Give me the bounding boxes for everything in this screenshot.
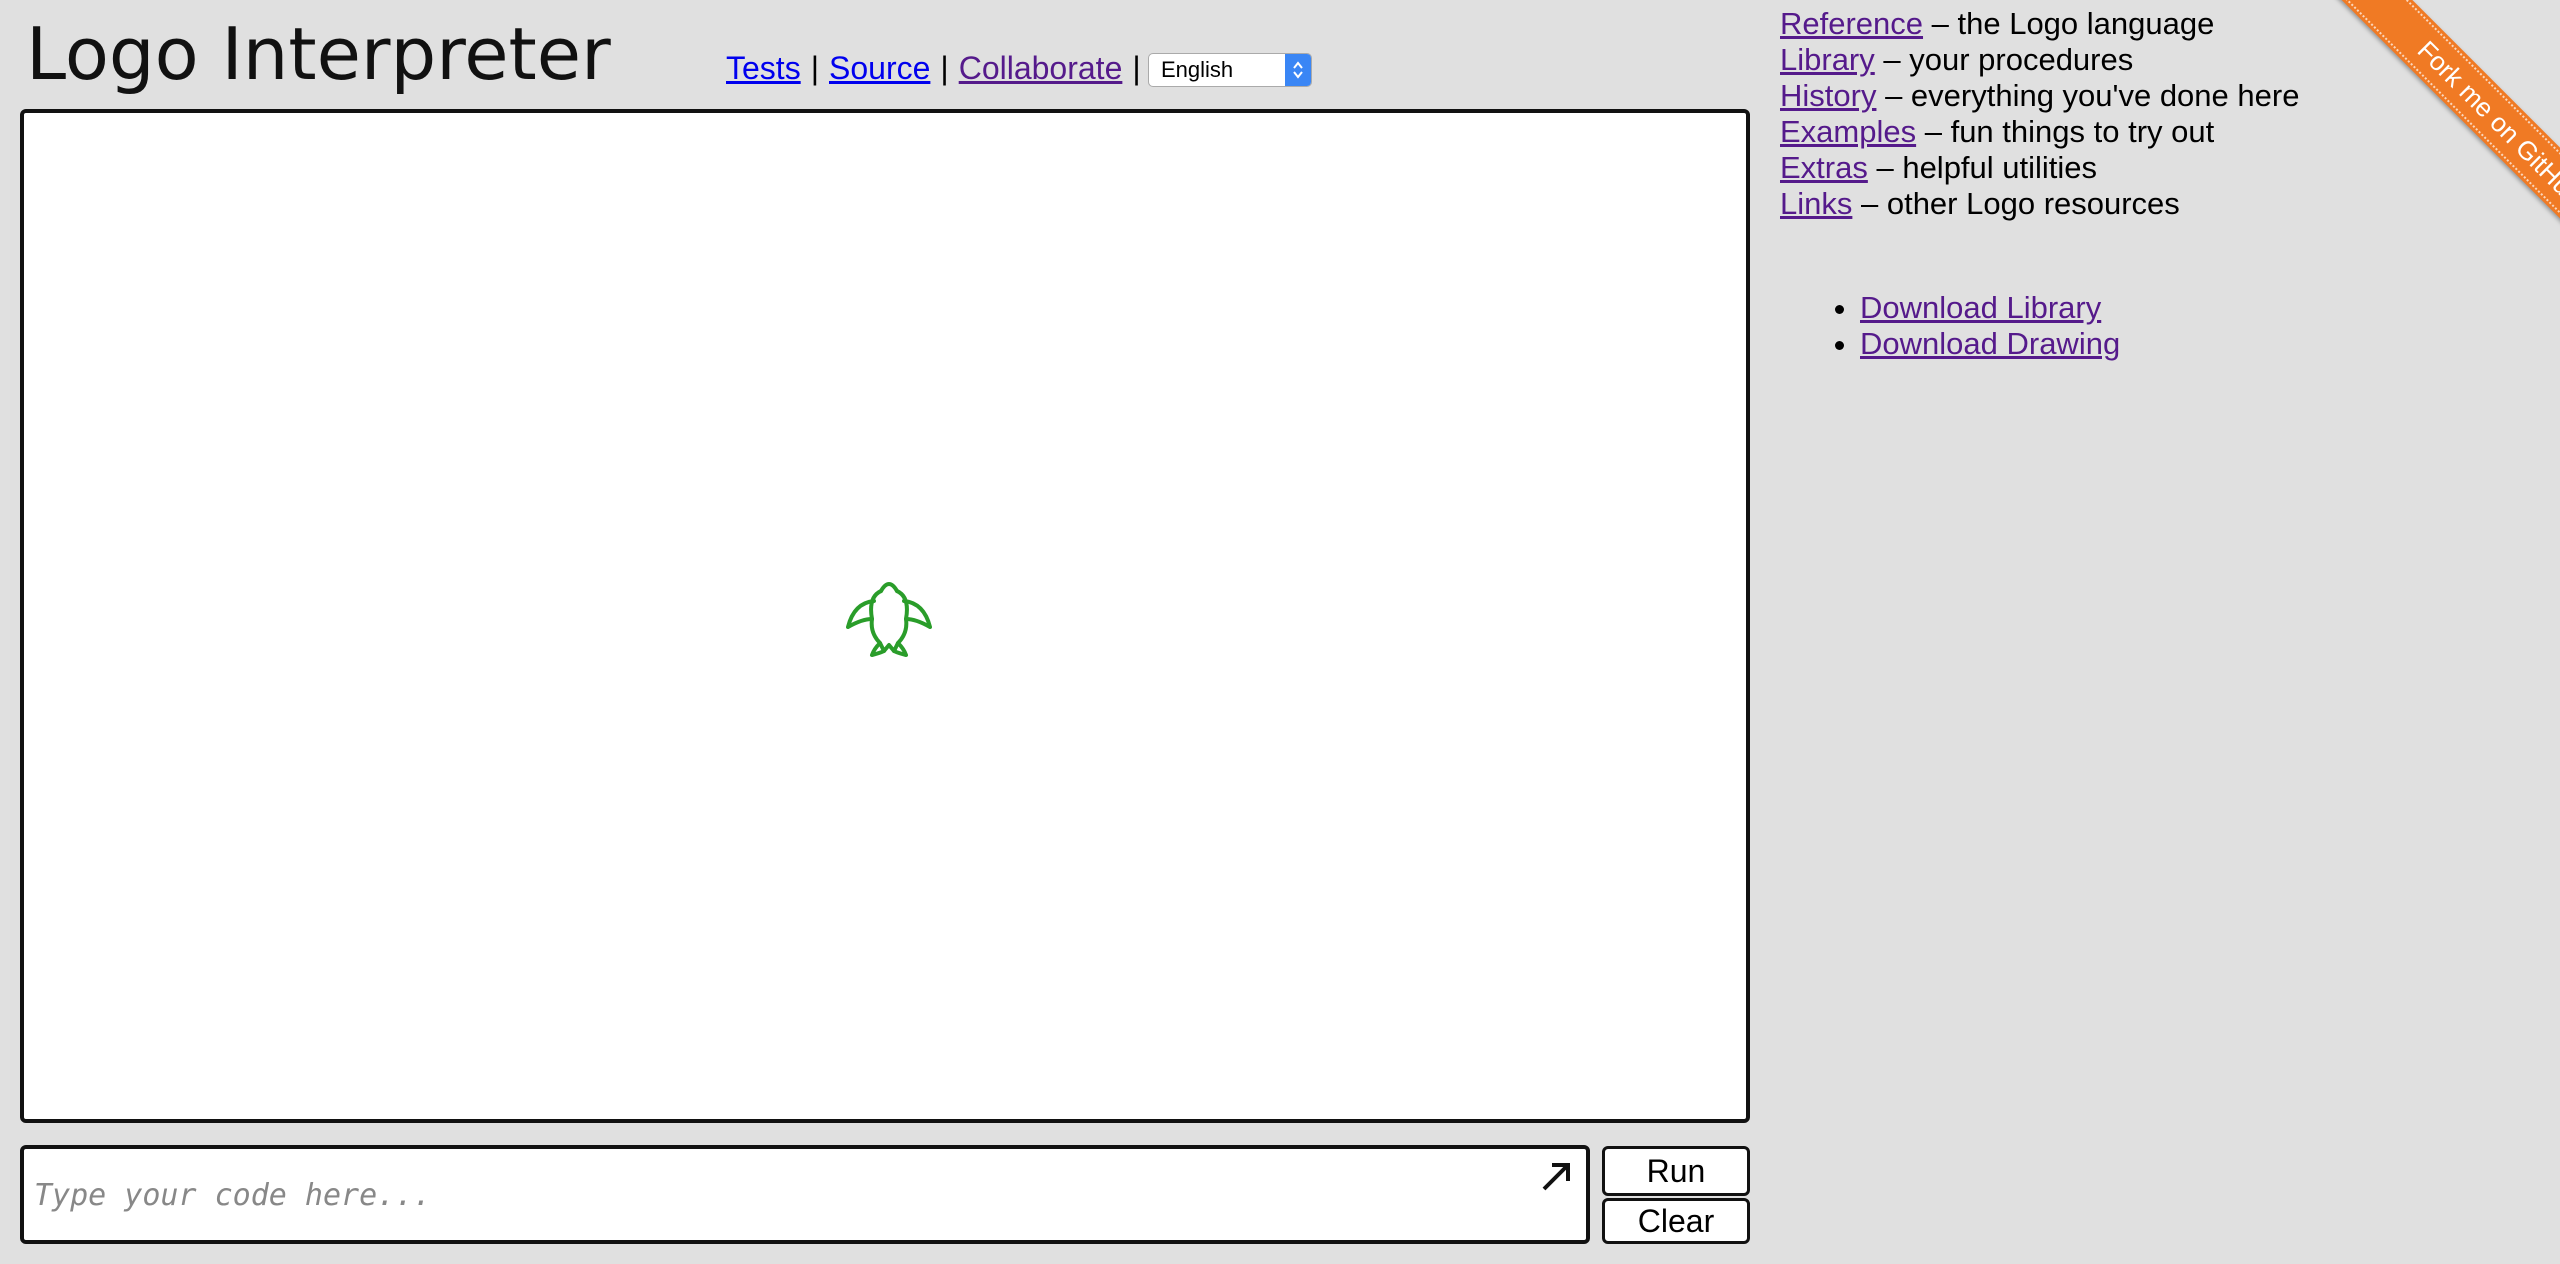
expand-arrow-icon[interactable] [1536,1157,1576,1197]
nav-link-tests[interactable]: Tests [726,50,801,87]
list-item: Download Library [1860,290,2120,326]
ribbon-container: Fork me on GitHub [2260,0,2560,300]
nav-link-source[interactable]: Source [829,50,930,87]
link-description: – helpful utilities [1867,150,2098,185]
list-item: Download Drawing [1860,326,2120,362]
link-description: – everything you've done here [1876,78,2300,113]
fork-github-ribbon[interactable]: Fork me on GitHub [2326,0,2560,297]
code-input-box [20,1145,1590,1244]
code-input[interactable] [34,1163,1504,1229]
nav-link-collaborate[interactable]: Collaborate [959,50,1123,87]
side-link-item: Links – other Logo resources [1780,186,2299,222]
clear-button[interactable]: Clear [1602,1198,1750,1244]
download-drawing-link[interactable]: Download Drawing [1860,326,2120,361]
side-link-item: History – everything you've done here [1780,78,2299,114]
run-button[interactable]: Run [1602,1146,1750,1196]
side-panel-links: Reference – the Logo language Library – … [1780,6,2299,222]
side-link-item: Library – your procedures [1780,42,2299,78]
side-link-item: Examples – fun things to try out [1780,114,2299,150]
side-link-item: Reference – the Logo language [1780,6,2299,42]
drawing-canvas[interactable] [20,109,1750,1123]
reference-link[interactable]: Reference [1780,6,1923,41]
language-selected-value: English [1161,57,1234,82]
turtle-icon [846,582,932,657]
nav-separator: | [940,49,949,86]
downloads-list: Download Library Download Drawing [1780,290,2120,362]
link-description: – other Logo resources [1852,186,2180,221]
select-arrows-icon [1285,54,1311,86]
links-link[interactable]: Links [1780,186,1852,221]
app-title: Logo Interpreter [26,12,611,96]
language-select[interactable]: English [1148,53,1312,87]
nav-separator: | [810,49,819,86]
nav-separator: | [1132,49,1141,86]
top-nav: Tests | Source | Collaborate | [726,44,1151,92]
link-description: – the Logo language [1923,6,2215,41]
link-description: – fun things to try out [1916,114,2215,149]
side-link-item: Extras – helpful utilities [1780,150,2299,186]
download-library-link[interactable]: Download Library [1860,290,2101,325]
examples-link[interactable]: Examples [1780,114,1916,149]
extras-link[interactable]: Extras [1780,150,1868,185]
history-link[interactable]: History [1780,78,1876,113]
link-description: – your procedures [1874,42,2134,77]
library-link[interactable]: Library [1780,42,1875,77]
